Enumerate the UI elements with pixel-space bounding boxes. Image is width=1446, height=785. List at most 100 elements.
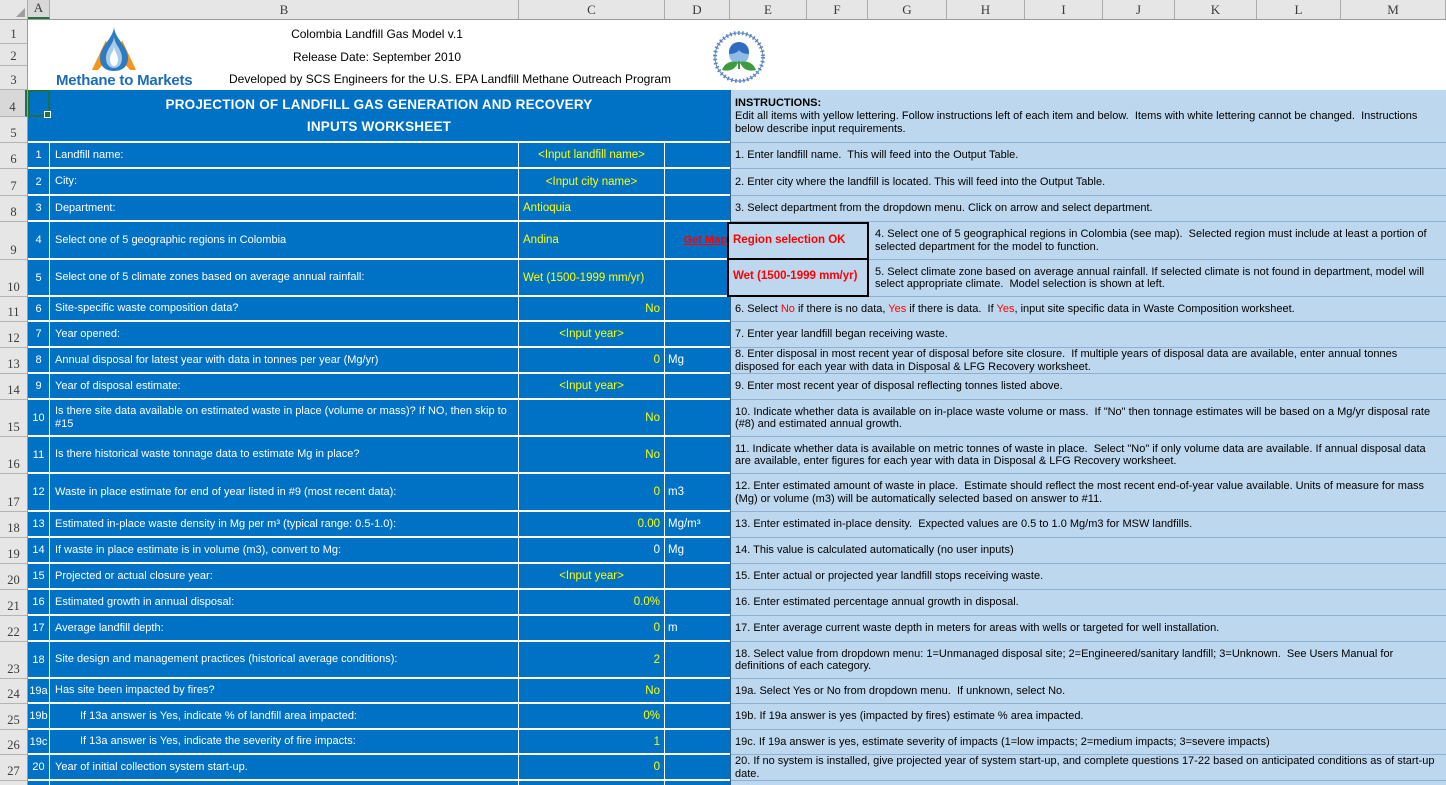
- row-header-5[interactable]: 5: [0, 117, 27, 143]
- item-value-cell[interactable]: 0%: [519, 704, 665, 728]
- column-header-B[interactable]: B: [50, 0, 519, 19]
- item-value-cell[interactable]: 0: [519, 348, 665, 372]
- row-header-13[interactable]: 13: [0, 348, 27, 374]
- item-number: 18: [28, 642, 50, 677]
- instruction-2: 2. Enter city where the landfill is loca…: [731, 169, 1446, 196]
- item-value-cell[interactable]: <Input year>: [519, 374, 665, 398]
- item-value-cell[interactable]: Andina: [519, 222, 665, 258]
- item-value-cell[interactable]: <Input landfill name>: [519, 143, 665, 167]
- row-header-27[interactable]: 27: [0, 755, 27, 781]
- instruction-header: INSTRUCTIONS: Edit all items with yellow …: [731, 90, 1446, 143]
- row-header-17[interactable]: 17: [0, 474, 27, 512]
- item-label: Department:: [50, 196, 519, 220]
- item-value-cell[interactable]: 2: [519, 642, 665, 677]
- instructions-heading: INSTRUCTIONS:: [735, 96, 822, 109]
- item-value-cell[interactable]: 0%: [519, 781, 665, 785]
- table-row-item-15: 15 Projected or actual closure year: <Inpu…: [28, 564, 730, 590]
- column-header-D[interactable]: D: [665, 0, 730, 19]
- item-label: Estimated in-place waste density in Mg p…: [50, 512, 519, 536]
- get-map-link[interactable]: Get Map: [684, 234, 727, 246]
- column-header-M[interactable]: M: [1341, 0, 1446, 19]
- row-header-26[interactable]: 26: [0, 730, 27, 755]
- item-label: Select one of 5 geographic regions in Co…: [50, 222, 519, 258]
- inputs-table: 1 Landfill name: <Input landfill name> 2 Cit…: [28, 143, 730, 785]
- row-header-1[interactable]: 1: [0, 20, 27, 44]
- column-header-H[interactable]: H: [947, 0, 1025, 19]
- item-value-cell[interactable]: 0.00: [519, 512, 665, 536]
- row-header-18[interactable]: 18: [0, 512, 27, 538]
- item-value-cell[interactable]: No: [519, 437, 665, 472]
- item-number: 14: [28, 538, 50, 562]
- row-header-6[interactable]: 6: [0, 143, 27, 169]
- instruction-text: 3. Select department from the dropdown m…: [735, 202, 1153, 215]
- item-value-cell[interactable]: No: [519, 297, 665, 320]
- row-header-25[interactable]: 25: [0, 704, 27, 730]
- column-header-K[interactable]: K: [1175, 0, 1257, 19]
- row-header-19[interactable]: 19: [0, 538, 27, 564]
- instruction-19b: 19b. If 19a answer is yes (impacted by f…: [731, 704, 1446, 730]
- item-number: 4: [28, 222, 50, 258]
- instruction-text: 12. Enter estimated amount of waste in p…: [735, 480, 1428, 505]
- item-value-cell[interactable]: Wet (1500-1999 mm/yr): [519, 260, 665, 295]
- item-value-cell[interactable]: No: [519, 679, 665, 702]
- item-unit-cell: Mg: [665, 348, 730, 372]
- row-header-16[interactable]: 16: [0, 437, 27, 474]
- item-value-cell[interactable]: <Input year>: [519, 564, 665, 588]
- item-value-cell[interactable]: 1: [519, 730, 665, 753]
- row-header-28[interactable]: 28: [0, 781, 27, 785]
- row-header-23[interactable]: 23: [0, 642, 27, 679]
- instruction-text: 16. Enter estimated percentage annual gr…: [735, 596, 1019, 609]
- column-header-F[interactable]: F: [807, 0, 868, 19]
- column-header-J[interactable]: J: [1103, 0, 1175, 19]
- row-header-14[interactable]: 14: [0, 374, 27, 400]
- item-number: 19c: [28, 730, 50, 753]
- table-row-item-8: 8 Annual disposal for latest year with da…: [28, 348, 730, 374]
- item-value-cell[interactable]: 0: [519, 755, 665, 779]
- instruction-9: 9. Enter most recent year of disposal re…: [731, 374, 1446, 400]
- table-row-item-13: 13 Estimated in-place waste density in Mg…: [28, 512, 730, 538]
- item-unit-cell: Mg/m³: [665, 512, 730, 536]
- item-value-cell[interactable]: 0.0%: [519, 590, 665, 614]
- instructions-panel: INSTRUCTIONS: Edit all items with yellow …: [730, 90, 1446, 785]
- instruction-text: 15. Enter actual or projected year landf…: [735, 570, 1044, 583]
- row-header-3[interactable]: 3: [0, 66, 27, 90]
- item-number: 3: [28, 196, 50, 220]
- column-header-A[interactable]: A: [28, 0, 50, 19]
- row-header-22[interactable]: 22: [0, 616, 27, 642]
- item-number: 10: [28, 400, 50, 435]
- row-header-4[interactable]: 4: [0, 90, 27, 117]
- column-header-I[interactable]: I: [1025, 0, 1103, 19]
- instruction-text: 5. Select climate zone based on average …: [875, 265, 1428, 291]
- item-unit-cell: [665, 704, 730, 728]
- item-number: 2: [28, 169, 50, 194]
- item-value-cell[interactable]: Antioquia: [519, 196, 665, 220]
- selected-cell-A4[interactable]: [28, 90, 51, 118]
- row-header-11[interactable]: 11: [0, 297, 27, 322]
- item-label: If waste in place estimate is in volume …: [50, 538, 519, 562]
- row-header-8[interactable]: 8: [0, 196, 27, 222]
- row-header-7[interactable]: 7: [0, 169, 27, 196]
- item-value-cell[interactable]: 0: [519, 616, 665, 640]
- column-header-E[interactable]: E: [730, 0, 807, 19]
- column-header-C[interactable]: C: [519, 0, 665, 19]
- item-label: Annual disposal for latest year with dat…: [50, 348, 519, 372]
- row-header-9[interactable]: 9: [0, 222, 27, 260]
- row-header-10[interactable]: 10: [0, 260, 27, 297]
- item-value-cell[interactable]: 0: [519, 474, 665, 510]
- row-header-12[interactable]: 12: [0, 322, 27, 348]
- item-value-cell[interactable]: No: [519, 400, 665, 435]
- row-header-20[interactable]: 20: [0, 564, 27, 590]
- select-all-corner[interactable]: [0, 0, 28, 19]
- item-label: Year opened:: [50, 322, 519, 346]
- row-header-15[interactable]: 15: [0, 400, 27, 437]
- item-value-cell[interactable]: <Input city name>: [519, 169, 665, 194]
- item-value-cell[interactable]: <Input year>: [519, 322, 665, 346]
- row-header-21[interactable]: 21: [0, 590, 27, 616]
- item-unit-cell: [665, 755, 730, 779]
- item-label: Year of initial collection system start-…: [50, 755, 519, 779]
- row-header-24[interactable]: 24: [0, 679, 27, 704]
- column-header-G[interactable]: G: [868, 0, 947, 19]
- row-header-2[interactable]: 2: [0, 44, 27, 66]
- column-header-L[interactable]: L: [1257, 0, 1341, 19]
- instruction-text: 13. Enter estimated in-place density. Ex…: [735, 518, 1193, 531]
